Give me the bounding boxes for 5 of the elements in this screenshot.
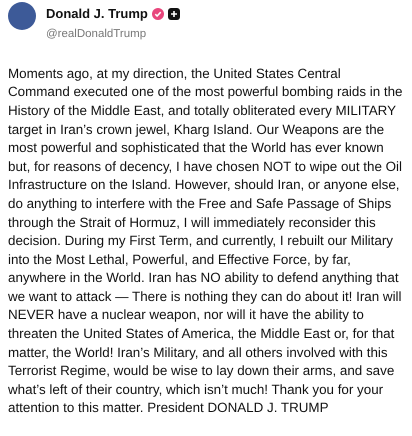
post-text: Moments ago, at my direction, the United States Central Command executed one of the most powerful bombing raids in the History of the Middle East, and totally obliterated every MILITARY target in Iran’s crown jewel, Kharg Island. Our Weapons are the most powerful and sophisticated that the World has ever known but, for reasons of decency, I have chosen NOT to wipe out the Oil Infrastructure on the Island. However, should Iran, or anyone else, do anything to interfere with the Free and Safe Passage of Ships through the Strait of Hormuz, I will immediately reconsider this decision. During my First Term, and currently, I rebuilt our Military into the Most Lethal, Powerful, and Effective Force, by far, anywhere in the World. Iran has NO ability to defend anything that we want to attack — There is nothing they can do about it! Iran will NEVER have a nuclear weapon, nor will it have the ability to threaten the United States of America, the Middle East or, for that matter, the World! Iran’s Military, and all others involved with this Terrorist Regime, would be wise to lay down their arms, and save what’s left of their country, which isn’t much! Thank you for your attention to this matter. President DONALD J. TRUMP	[8, 64, 404, 418]
author-handle[interactable]: @realDonaldTrump	[46, 26, 180, 43]
avatar[interactable]	[8, 2, 36, 30]
plus-icon	[168, 8, 180, 20]
author-name[interactable]: Donald J. Trump	[46, 4, 148, 24]
